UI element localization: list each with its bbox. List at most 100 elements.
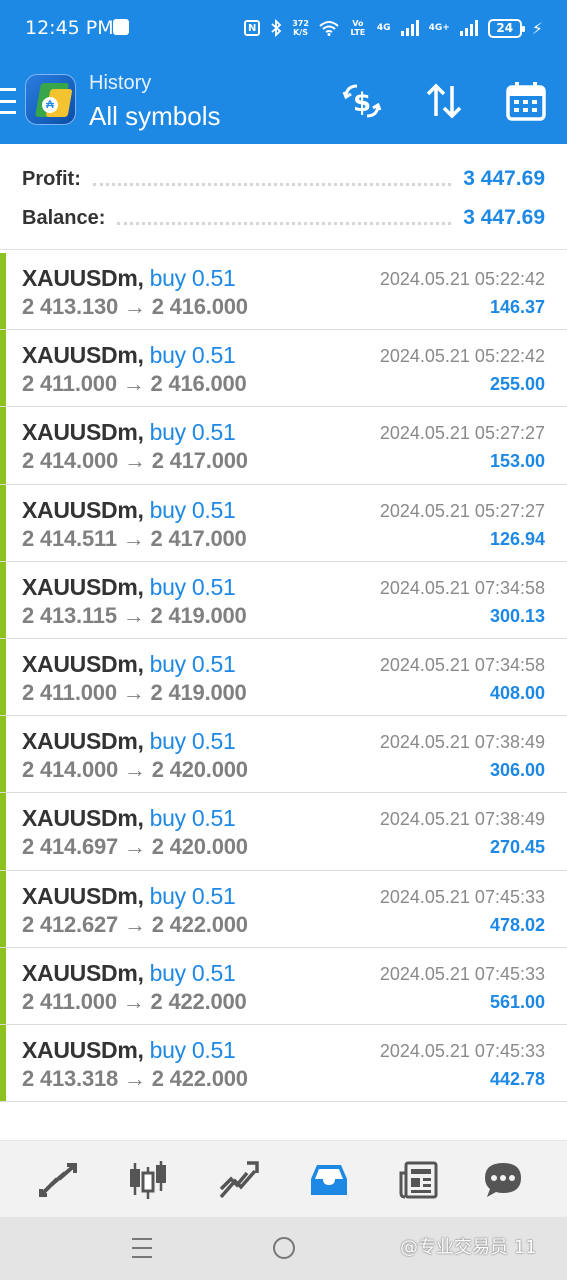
header-title[interactable]: All symbols [89, 101, 220, 132]
open-price: 2 413.130 [22, 294, 119, 319]
summary-panel: Profit: 3 447.69 Balance: 3 447.69 [0, 144, 567, 250]
buy-indicator [0, 1024, 6, 1102]
arrow-icon: → [122, 371, 145, 397]
deal-symbol: XAUUSDm, [22, 573, 144, 600]
recent-apps-icon[interactable] [132, 1238, 152, 1258]
arrow-icon: → [122, 602, 145, 628]
deal-title: XAUUSDm, buy 0.51 [22, 805, 236, 832]
sort-icon[interactable] [423, 80, 465, 122]
deal-time: 2024.05.21 07:45:33 [379, 1040, 545, 1061]
nav-chat[interactable] [463, 1141, 543, 1218]
deal-title: XAUUSDm, buy 0.51 [22, 342, 236, 369]
deal-time: 2024.05.21 05:22:42 [379, 269, 545, 289]
deals-list: XAUUSDm, buy 0.51 2 413.130 → 2 416.000 … [0, 253, 567, 1103]
deal-type: buy 0.51 [149, 419, 236, 446]
deal-profit: 146.37 [489, 297, 545, 317]
quotes-icon [39, 1162, 77, 1197]
deal-row[interactable]: XAUUSDm, buy 0.51 2 411.000 → 2 422.000 … [0, 947, 567, 1025]
arrow-icon: → [124, 757, 146, 783]
open-price: 2 414.697 [22, 834, 119, 860]
deal-symbol: XAUUSDm, [22, 882, 144, 909]
deal-row[interactable]: XAUUSDm, buy 0.51 2 413.115 → 2 419.000 … [0, 561, 567, 639]
buy-indicator [0, 870, 6, 947]
deal-row[interactable]: XAUUSDm, buy 0.51 2 413.130 → 2 416.000 … [0, 253, 567, 331]
arrow-icon: → [124, 834, 146, 860]
deal-time: 2024.05.21 05:22:42 [379, 346, 545, 367]
metatrader-logo-icon: ₳ [25, 74, 76, 125]
deal-type: buy 0.51 [149, 265, 236, 291]
deal-title: XAUUSDm, buy 0.51 [22, 651, 236, 678]
deposit-withdraw-icon[interactable]: $ [341, 80, 383, 122]
dotted-leader [92, 172, 452, 186]
deal-profit: 442.78 [489, 1068, 545, 1089]
deal-row[interactable]: XAUUSDm, buy 0.51 2 411.000 → 2 419.000 … [0, 638, 567, 717]
deal-row[interactable]: XAUUSDm, buy 0.51 2 414.000 → 2 420.000 … [0, 716, 567, 794]
deal-title: XAUUSDm, buy 0.51 [22, 497, 236, 524]
deal-row[interactable]: XAUUSDm, buy 0.51 2 412.627 → 2 422.000 … [0, 870, 567, 948]
nav-history[interactable] [289, 1141, 369, 1218]
buy-indicator [0, 947, 6, 1024]
deal-title: XAUUSDm, buy 0.51 [22, 574, 236, 601]
deal-row[interactable]: XAUUSDm, buy 0.51 2 413.318 → 2 422.000 … [0, 1024, 567, 1103]
buy-indicator [0, 793, 6, 870]
calendar-icon[interactable] [505, 80, 547, 122]
deal-type: buy 0.51 [149, 342, 236, 369]
deal-prices: 2 411.000 → 2 422.000 [22, 989, 247, 1015]
deal-time: 2024.05.21 07:34:58 [379, 654, 545, 675]
balance-row: Balance: 3 447.69 [22, 203, 545, 233]
deal-prices: 2 411.000 → 2 419.000 [22, 680, 247, 706]
deal-type: buy 0.51 [149, 959, 236, 986]
arrow-icon: → [124, 1065, 146, 1091]
open-price: 2 411.000 [22, 371, 117, 397]
battery-icon: 24 [487, 18, 525, 38]
menu-icon[interactable] [0, 88, 16, 114]
news-icon [399, 1161, 438, 1198]
deal-row[interactable]: XAUUSDm, buy 0.51 2 414.511 → 2 417.000 … [0, 484, 567, 562]
balance-value: 3 447.69 [463, 206, 545, 229]
close-price: 2 416.000 [150, 371, 247, 397]
deal-profit: 478.02 [489, 914, 545, 935]
deal-row[interactable]: XAUUSDm, buy 0.51 2 414.000 → 2 417.000 … [0, 407, 567, 485]
nav-news[interactable] [379, 1141, 459, 1218]
close-price: 2 420.000 [151, 757, 248, 783]
deal-profit: 408.00 [489, 682, 545, 703]
arrow-icon: → [124, 448, 146, 474]
deal-profit: 126.94 [489, 528, 545, 549]
deal-time: 2024.05.21 07:45:33 [379, 963, 545, 984]
buy-indicator [0, 253, 6, 330]
open-price: 2 414.000 [22, 448, 119, 474]
net1-label: 4G [376, 23, 391, 33]
arrow-icon: → [124, 294, 146, 319]
deal-profit: 561.00 [489, 991, 545, 1012]
deal-row[interactable]: XAUUSDm, buy 0.51 2 414.697 → 2 420.000 … [0, 793, 567, 871]
open-price: 2 414.511 [22, 525, 117, 551]
deal-symbol: XAUUSDm, [22, 728, 144, 755]
profit-value: 3 447.69 [463, 167, 545, 190]
close-price: 2 422.000 [151, 1065, 248, 1091]
deal-title: XAUUSDm, buy 0.51 [22, 883, 236, 910]
deal-profit: 306.00 [489, 760, 545, 781]
deal-type: buy 0.51 [149, 573, 236, 600]
network-speed: 372 K/S [292, 19, 309, 37]
history-icon [311, 1164, 347, 1195]
deal-prices: 2 413.115 → 2 419.000 [22, 603, 247, 629]
deal-prices: 2 412.627 → 2 422.000 [22, 912, 248, 938]
deal-row[interactable]: XAUUSDm, buy 0.51 2 411.000 → 2 416.000 … [0, 330, 567, 408]
buy-indicator [0, 716, 6, 793]
home-icon[interactable] [273, 1237, 295, 1259]
nfc-icon: N [244, 20, 261, 36]
nav-chart[interactable] [108, 1141, 188, 1218]
nav-quotes[interactable] [18, 1141, 98, 1218]
deal-symbol: XAUUSDm, [22, 650, 144, 677]
svg-text:$: $ [353, 88, 371, 118]
open-price: 2 413.318 [22, 1065, 119, 1091]
deal-type: buy 0.51 [149, 1036, 236, 1063]
deal-prices: 2 413.130 → 2 416.000 [22, 294, 248, 320]
buy-indicator [0, 561, 6, 638]
nav-trade[interactable] [198, 1141, 278, 1218]
arrow-icon: → [122, 988, 145, 1014]
app-bar: ₳ History All symbols $ [0, 58, 567, 144]
battery-level: 24 [496, 21, 514, 35]
open-price: 2 411.000 [22, 988, 117, 1014]
deal-symbol: XAUUSDm, [22, 265, 144, 291]
